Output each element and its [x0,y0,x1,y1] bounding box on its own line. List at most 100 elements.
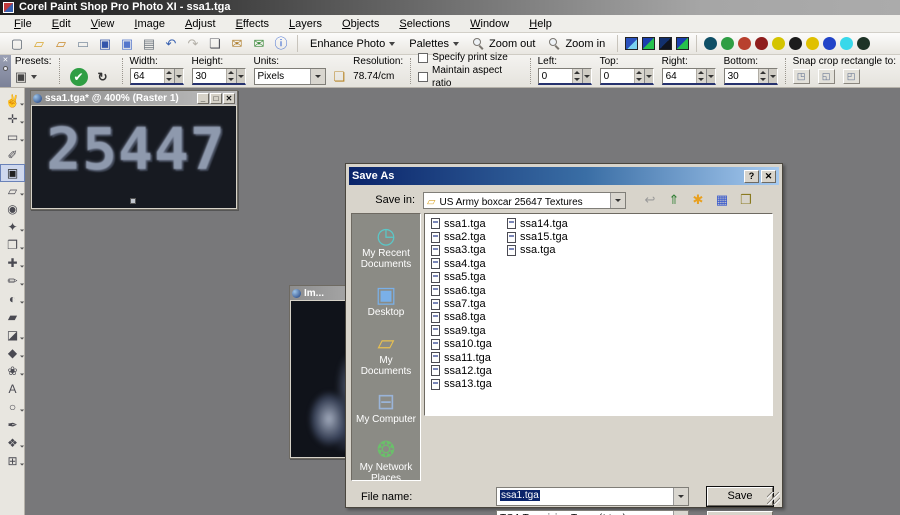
redo-icon[interactable]: ↷ [183,34,203,53]
browse-icon[interactable]: ▱ [51,34,71,53]
print-icon[interactable]: ▤ [139,34,159,53]
file-name-input[interactable]: ssa1.tga [496,487,689,506]
menu-item[interactable]: Help [519,16,562,32]
menu-item[interactable]: Layers [279,16,332,32]
open-file-icon[interactable]: ▱ [29,34,49,53]
scratch-remover-tool[interactable]: ✚ [0,254,25,272]
spin-up-button[interactable] [697,69,706,76]
file-list-item[interactable]: ssa12.tga [431,364,492,377]
chevron-down-icon[interactable] [610,193,625,208]
geometric-effects-icon[interactable] [721,37,734,50]
box-icon[interactable]: ❒ [736,191,756,209]
eraser-tool[interactable]: ▰ [0,308,25,326]
place-desktop[interactable]: ▣ Desktop [353,283,419,318]
menu-item[interactable]: View [81,16,125,32]
menu-item[interactable]: Adjust [175,16,226,32]
file-list-item[interactable]: ssa3.tga [431,244,492,257]
script-record-icon[interactable] [659,37,672,50]
crop-handle[interactable] [130,198,136,204]
save-as-icon[interactable]: ▣ [117,34,137,53]
cancel-button[interactable]: Cancel [707,511,773,515]
palettes-button[interactable]: Palettes [409,38,459,50]
move-tool[interactable]: ✛ [0,110,25,128]
image-canvas-1[interactable]: 25447 [32,106,236,208]
info-icon[interactable]: ⓘ [271,34,291,53]
close-icon[interactable]: ✕ [761,170,776,183]
menu-item[interactable]: Objects [332,16,389,32]
file-list-item[interactable]: ssa.tga [507,244,568,257]
pen-tool[interactable]: ✒ [0,416,25,434]
menu-item[interactable]: Window [460,16,519,32]
selection-tool[interactable]: ▭ [0,128,25,146]
file-list-item[interactable]: ssa10.tga [431,338,492,351]
checkbox[interactable] [418,53,428,63]
height-field[interactable]: 30 [192,68,246,85]
scan-icon[interactable]: ▭ [73,34,93,53]
spin-up-button[interactable] [759,69,768,76]
minimize-button[interactable]: _ [197,93,209,104]
script-run-icon[interactable] [625,37,638,50]
enhance-photo-button[interactable]: Enhance Photo [310,38,395,50]
slider-flyout-button[interactable] [644,69,653,83]
crop-tool[interactable]: ▣ [0,164,25,182]
file-list-item[interactable]: ssa1.tga [431,217,492,230]
file-list[interactable]: ssa1.tga ssa2.tga ssa3.tga [424,213,773,416]
menu-item[interactable]: Edit [42,16,81,32]
slider-flyout-button[interactable] [706,69,715,83]
zoom-in-button[interactable]: Zoom in [549,38,605,50]
file-list-item[interactable]: ssa6.tga [431,284,492,297]
spin-down-button[interactable] [697,76,706,83]
new-folder-icon[interactable]: ✱ [688,191,708,209]
place-my-network-places[interactable]: ❂ My Network Places [353,438,419,484]
menu-item[interactable]: File [4,16,42,32]
sunburst-effects-icon[interactable] [840,37,853,50]
color-changer-tool[interactable]: ◐ [0,290,25,308]
straighten-tool[interactable]: ▱ [0,182,25,200]
undo-icon[interactable]: ↶ [161,34,181,53]
close-button[interactable]: ✕ [223,93,235,104]
file-list-item[interactable]: ssa4.tga [431,257,492,270]
dropper-tool[interactable]: ✐ [0,146,25,164]
chevron-down-icon[interactable] [673,488,688,505]
chevron-down-icon[interactable] [310,69,325,84]
apply-crop-button[interactable]: ✔ [70,68,88,86]
snap-layer-opaque-icon[interactable]: ◱ [818,69,835,84]
file-list-item[interactable]: ssa9.tga [431,324,492,337]
chevron-down-icon[interactable] [673,511,688,515]
texture-effects-icon[interactable] [857,37,870,50]
distortion-effects-icon[interactable] [738,37,751,50]
spin-down-button[interactable] [759,76,768,83]
picture-tube-tool[interactable]: ❀ [0,362,25,380]
place-my-documents[interactable]: ▱ My Documents [353,331,419,377]
options-bar-handle[interactable]: ✕ [0,55,11,87]
save-in-select[interactable]: ▱US Army boxcar 25647 Textures [423,192,626,209]
file-list-item[interactable]: ssa5.tga [431,271,492,284]
image-window-1-titlebar[interactable]: ssa1.tga* @ 400% (Raster 1) _ □ ✕ [31,91,237,105]
menu-item[interactable]: Image [124,16,175,32]
spin-down-button[interactable] [165,76,174,83]
flame-effects-icon[interactable] [755,37,768,50]
close-icon[interactable]: ✕ [2,56,8,64]
file-list-item[interactable]: ssa7.tga [431,297,492,310]
slider-flyout-button[interactable] [582,69,591,83]
ring-effects-icon[interactable] [772,37,785,50]
resize-document-icon[interactable]: ❏ [334,69,346,85]
title-bar[interactable]: Corel Paint Shop Pro Photo XI - ssa1.tga [0,0,900,15]
effect-browser-icon[interactable] [704,37,717,50]
share-icon[interactable]: ✉ [249,34,269,53]
spin-down-button[interactable] [635,76,644,83]
checkbox[interactable] [418,72,428,82]
crop-preset-icon[interactable]: ▣ [15,69,27,85]
spin-up-button[interactable] [573,69,582,76]
right-field[interactable]: 64 [662,68,716,85]
preset-shape-tool[interactable]: ○ [0,398,25,416]
mesh-warp-tool[interactable]: ⊞ [0,452,25,470]
light-effects-icon[interactable] [806,37,819,50]
resize-grip[interactable] [767,492,780,505]
script-edit-icon[interactable] [642,37,655,50]
save-button[interactable]: Save [707,487,773,506]
back-icon[interactable]: ↩ [640,191,660,209]
file-list-item[interactable]: ssa8.tga [431,311,492,324]
bottom-field[interactable]: 30 [724,68,778,85]
checkbox-row[interactable]: Specify print size [418,51,522,64]
